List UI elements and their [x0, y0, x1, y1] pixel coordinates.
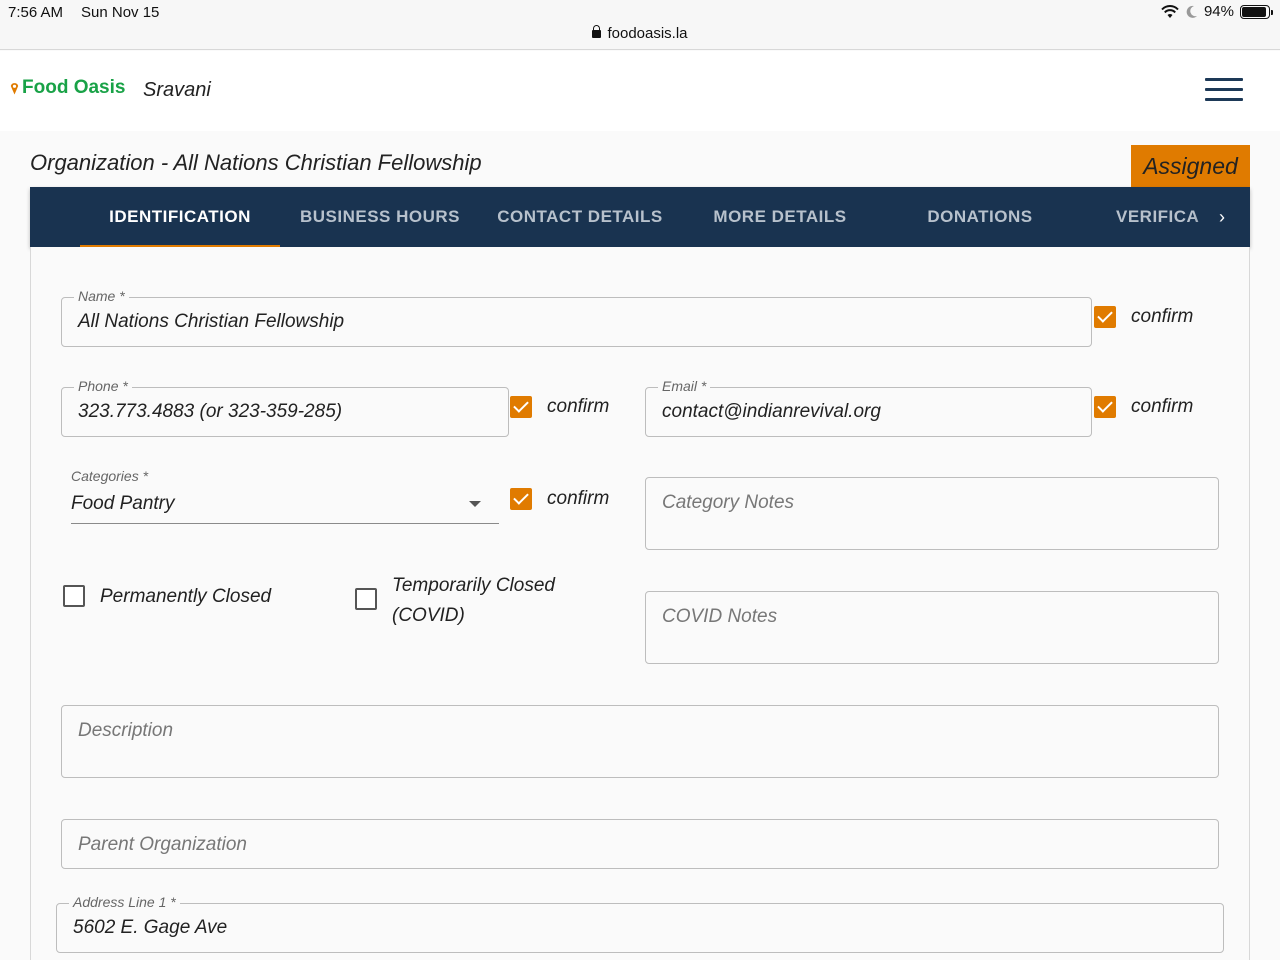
page-title: Organization - All Nations Christian Fel…: [30, 150, 482, 175]
username: Sravani: [143, 79, 211, 101]
status-indicators: 94%: [1161, 3, 1273, 20]
phone-label: Phone *: [74, 378, 132, 394]
logo-text: Food Oasis: [22, 77, 126, 98]
tab-donations[interactable]: DONATIONS: [880, 187, 1080, 247]
address-line1-label: Address Line 1 *: [69, 894, 180, 910]
permanently-closed-checkbox[interactable]: [63, 585, 85, 607]
covid-notes-placeholder: COVID Notes: [662, 606, 778, 627]
name-value: All Nations Christian Fellowship: [78, 311, 345, 332]
temporarily-closed-label: Temporarily Closed (COVID): [392, 571, 555, 631]
categories-value: Food Pantry: [71, 493, 175, 514]
email-field[interactable]: Email * contact@indianrevival.org: [645, 378, 1092, 437]
name-label: Name *: [74, 288, 129, 304]
category-notes-field[interactable]: Category Notes: [645, 477, 1219, 550]
tab-identification[interactable]: IDENTIFICATION: [80, 187, 280, 247]
categories-label: Categories *: [71, 468, 149, 484]
categories-select[interactable]: Categories * Food Pantry: [71, 468, 499, 524]
lock-icon: [592, 25, 602, 38]
temporarily-closed-checkbox[interactable]: [355, 588, 377, 610]
battery-percent: 94%: [1203, 3, 1234, 20]
email-value: contact@indianrevival.org: [662, 401, 881, 422]
name-field[interactable]: Name * All Nations Christian Fellowship: [61, 288, 1092, 347]
tab-bar: IDENTIFICATION BUSINESS HOURS CONTACT DE…: [30, 187, 1250, 247]
chevron-right-icon[interactable]: ›: [1194, 187, 1250, 247]
phone-field[interactable]: Phone * 323.773.4883 (or 323-359-285): [61, 378, 509, 437]
covid-notes-field[interactable]: COVID Notes: [645, 591, 1219, 664]
email-confirm-label: confirm: [1131, 396, 1194, 417]
url-text: foodoasis.la: [607, 25, 688, 42]
temporarily-closed-label-line2: (COVID): [392, 605, 465, 626]
categories-confirm-checkbox[interactable]: [510, 488, 532, 510]
hamburger-menu-icon[interactable]: [1205, 78, 1243, 102]
phone-confirm-label: confirm: [547, 396, 610, 417]
description-placeholder: Description: [78, 720, 174, 741]
food-oasis-logo[interactable]: Food Oasis: [10, 77, 125, 99]
email-confirm-checkbox[interactable]: [1094, 396, 1116, 418]
temporarily-closed-label-line1: Temporarily Closed: [392, 575, 555, 596]
status-badge: Assigned: [1131, 145, 1250, 187]
parent-organization-placeholder: Parent Organization: [78, 834, 247, 855]
description-field[interactable]: Description: [61, 705, 1219, 778]
status-date: Sun Nov 15: [81, 4, 160, 21]
name-confirm-checkbox[interactable]: [1094, 306, 1116, 328]
moon-icon: [1186, 5, 1197, 18]
email-label: Email *: [658, 378, 711, 394]
phone-confirm-checkbox[interactable]: [510, 396, 532, 418]
category-notes-placeholder: Category Notes: [662, 492, 795, 513]
battery-icon: [1240, 4, 1273, 19]
status-bar: 7:56 AM Sun Nov 15 foodoasis.la 94%: [0, 0, 1280, 50]
wifi-icon: [1161, 4, 1179, 18]
phone-value: 323.773.4883 (or 323-359-285): [78, 401, 343, 422]
tab-contact-details[interactable]: CONTACT DETAILS: [480, 187, 680, 247]
name-confirm-label: confirm: [1131, 306, 1194, 327]
address-line1-value: 5602 E. Gage Ave: [73, 917, 228, 938]
battery-fill: [1242, 6, 1267, 17]
caret-down-icon: [469, 501, 481, 507]
tab-business-hours[interactable]: BUSINESS HOURS: [280, 187, 480, 247]
permanently-closed-label: Permanently Closed: [100, 586, 272, 607]
address-line1-field[interactable]: Address Line 1 * 5602 E. Gage Ave: [56, 894, 1224, 953]
carrot-pin-icon: [10, 82, 19, 94]
status-time: 7:56 AM: [8, 4, 64, 21]
tab-more-details[interactable]: MORE DETAILS: [680, 187, 880, 247]
categories-confirm-label: confirm: [547, 488, 610, 509]
address-bar[interactable]: foodoasis.la: [0, 25, 1280, 42]
parent-organization-field[interactable]: Parent Organization: [61, 819, 1219, 869]
app-header: Food Oasis Sravani: [0, 51, 1280, 131]
